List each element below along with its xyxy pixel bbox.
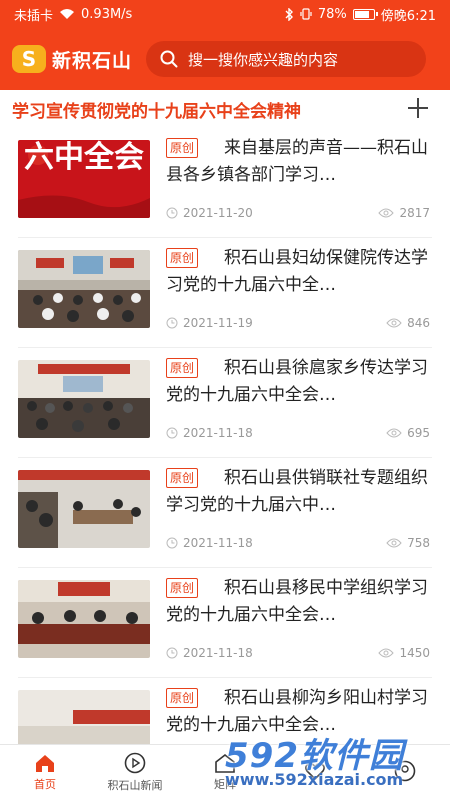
original-badge: 原创: [166, 688, 199, 708]
play-circle-icon: [124, 752, 146, 774]
article-thumbnail: [18, 690, 150, 744]
list-item[interactable]: 积石山县妇幼保健院传达学习党的十九届六中全… 原创 2021-11-19 846: [18, 238, 432, 348]
thumbnail-caption: 六中全会: [24, 140, 144, 175]
clock-icon: [166, 427, 178, 439]
search-input[interactable]: 搜一搜你感兴趣的内容: [146, 41, 427, 77]
tab-topic[interactable]: 学习宣传贯彻党的十九届六中全会精神: [12, 97, 301, 131]
article-meta: 2021-11-18 695: [166, 426, 430, 440]
eye-icon: [386, 318, 402, 328]
article-date: 2021-11-18: [183, 536, 253, 550]
status-bar: 未插卡 0.93M/s 78% 傍晚6:21: [0, 0, 450, 28]
home-icon: [36, 755, 54, 772]
tab-label: 矩阵: [214, 778, 236, 791]
clock-icon: [166, 207, 178, 219]
clock-icon: [166, 317, 178, 329]
eye-icon: [386, 428, 402, 438]
search-placeholder: 搜一搜你感兴趣的内容: [188, 50, 339, 69]
battery-percent: 78%: [317, 6, 347, 22]
article-title[interactable]: 来自基层的声音——积石山县各乡镇各部门学习…: [166, 135, 432, 189]
add-channel-icon[interactable]: [408, 98, 428, 118]
clock-icon: [166, 537, 178, 549]
article-meta: 2021-11-18 758: [166, 536, 430, 550]
article-meta: 2021-11-18 1450: [166, 646, 430, 660]
eye-icon: [378, 648, 395, 658]
building-icon: [215, 753, 235, 773]
bluetooth-icon: [285, 7, 293, 21]
list-item[interactable]: 积石山县柳沟乡阳山村学习党的十九届六中全会… 原创: [18, 678, 432, 744]
view-count: 758: [407, 536, 430, 550]
logo-text: 新积石山: [52, 49, 133, 72]
view-count: 695: [407, 426, 430, 440]
tab-matrix[interactable]: 矩阵: [180, 745, 270, 800]
clock-icon: [166, 647, 178, 659]
original-badge: 原创: [166, 358, 199, 378]
tab-home[interactable]: 首页: [0, 745, 90, 800]
list-item[interactable]: 积石山县移民中学组织学习党的十九届六中全会… 原创 2021-11-18 145…: [18, 568, 432, 678]
view-count: 2817: [399, 206, 430, 220]
article-date: 2021-11-19: [183, 316, 253, 330]
view-count: 1450: [399, 646, 430, 660]
view-count: 846: [407, 316, 430, 330]
article-date: 2021-11-20: [183, 206, 253, 220]
user-icon: [394, 760, 416, 782]
article-title[interactable]: 积石山县移民中学组织学习党的十九届六中全会…: [166, 575, 432, 629]
list-item[interactable]: 六中全会 来自基层的声音——积石山县各乡镇各部门学习… 原创 2021-11-2…: [18, 128, 432, 238]
tab-favorites[interactable]: [270, 745, 360, 800]
app-header: S 新积石山 搜一搜你感兴趣的内容: [0, 28, 450, 90]
article-thumbnail: [18, 360, 150, 438]
article-thumbnail: [18, 250, 150, 328]
article-thumbnail: [18, 470, 150, 548]
tab-label: 首页: [34, 778, 56, 791]
vibrate-icon: [300, 8, 312, 20]
logo-badge-icon: S: [12, 45, 46, 73]
heart-icon: [305, 763, 325, 781]
article-thumbnail: [18, 580, 150, 658]
clock: 傍晚6:21: [380, 8, 436, 24]
article-list[interactable]: 六中全会 来自基层的声音——积石山县各乡镇各部门学习… 原创 2021-11-2…: [0, 128, 450, 744]
wifi-icon: [60, 9, 75, 19]
article-meta: 2021-11-20 2817: [166, 206, 430, 220]
original-badge: 原创: [166, 138, 199, 158]
app-logo[interactable]: S 新积石山: [12, 45, 132, 73]
original-badge: 原创: [166, 468, 199, 488]
tab-news[interactable]: 积石山新闻: [90, 745, 180, 800]
topic-bar: 学习宣传贯彻党的十九届六中全会精神: [0, 90, 450, 131]
article-date: 2021-11-18: [183, 646, 253, 660]
original-badge: 原创: [166, 248, 199, 268]
list-item[interactable]: 积石山县供销联社专题组织学习党的十九届六中… 原创 2021-11-18 758: [18, 458, 432, 568]
bottom-tab-bar: 首页 积石山新闻 矩阵: [0, 744, 450, 800]
eye-icon: [378, 208, 395, 218]
original-badge: 原创: [166, 578, 199, 598]
article-title[interactable]: 积石山县徐扈家乡传达学习党的十九届六中全会…: [166, 355, 432, 409]
battery-icon: [352, 8, 378, 20]
article-title[interactable]: 积石山县柳沟乡阳山村学习党的十九届六中全会…: [166, 685, 432, 739]
sim-status: 未插卡: [14, 8, 54, 24]
network-speed: 0.93M/s: [81, 6, 133, 22]
tab-profile[interactable]: [360, 745, 450, 800]
article-title[interactable]: 积石山县供销联社专题组织学习党的十九届六中…: [166, 465, 432, 519]
tab-label: 积石山新闻: [107, 779, 163, 792]
eye-icon: [386, 538, 402, 548]
topic-title: 学习宣传贯彻党的十九届六中全会精神: [12, 101, 301, 122]
article-title[interactable]: 积石山县妇幼保健院传达学习党的十九届六中全…: [166, 245, 432, 299]
article-date: 2021-11-18: [183, 426, 253, 440]
search-icon: [160, 50, 178, 68]
article-meta: 2021-11-19 846: [166, 316, 430, 330]
list-item[interactable]: 积石山县徐扈家乡传达学习党的十九届六中全会… 原创 2021-11-18 695: [18, 348, 432, 458]
